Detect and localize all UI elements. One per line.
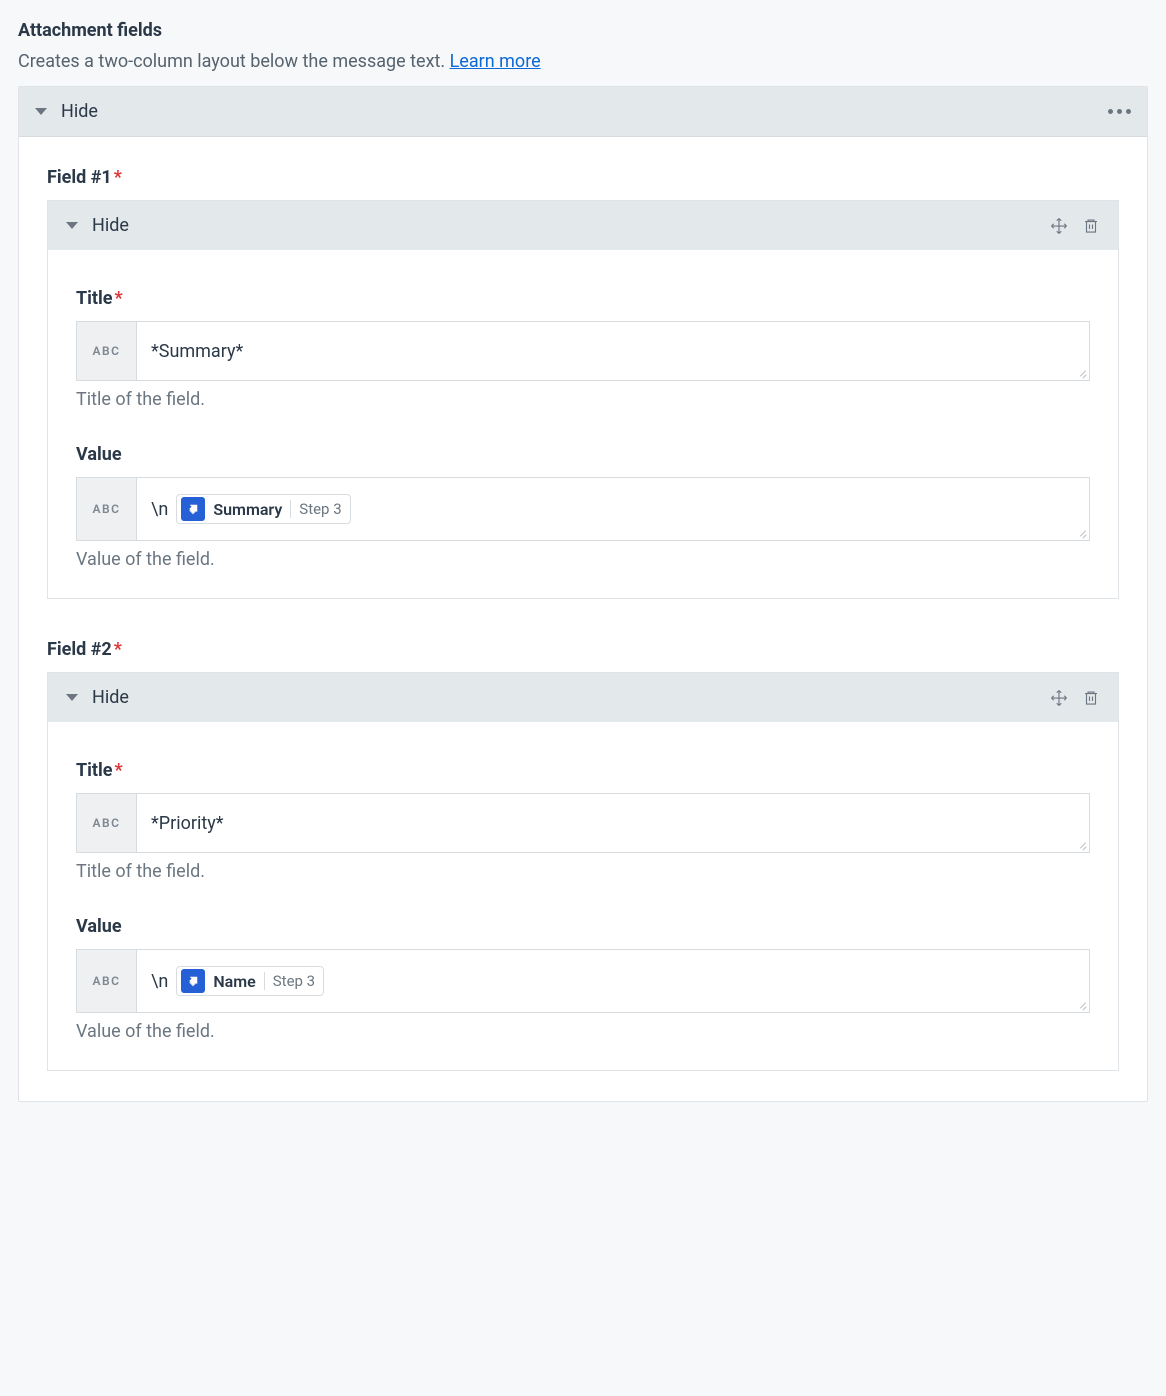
title-help-text: Title of the field. bbox=[76, 389, 1090, 410]
title-form-group: Title* ABC *Summary* Title of the field. bbox=[76, 288, 1090, 410]
field-heading: Field #1* bbox=[47, 167, 1119, 188]
move-icon[interactable] bbox=[1050, 217, 1068, 235]
sub-panel-body: Title* ABC *Summary* Title of the field.… bbox=[48, 250, 1118, 598]
sub-panel-header: Hide bbox=[48, 673, 1118, 722]
value-input[interactable]: \n Summary bbox=[137, 478, 1089, 540]
move-icon[interactable] bbox=[1050, 689, 1068, 707]
title-help-text: Title of the field. bbox=[76, 861, 1090, 882]
required-marker: * bbox=[115, 760, 123, 781]
title-input-wrap: ABC *Priority* bbox=[76, 793, 1090, 853]
value-input-wrap: ABC \n N bbox=[76, 949, 1090, 1013]
section-description-text: Creates a two-column layout below the me… bbox=[18, 51, 450, 72]
variable-token[interactable]: Name Step 3 bbox=[176, 966, 324, 996]
token-divider bbox=[264, 972, 265, 990]
trash-icon[interactable] bbox=[1082, 689, 1100, 707]
title-label: Title* bbox=[76, 760, 1090, 781]
panel-toggle[interactable]: Hide bbox=[35, 101, 98, 122]
sub-panel-body: Title* ABC *Priority* Title of the field… bbox=[48, 722, 1118, 1070]
required-marker: * bbox=[114, 167, 122, 188]
field-sub-panel: Hide Title* bbox=[47, 200, 1119, 599]
learn-more-link[interactable]: Learn more bbox=[450, 51, 541, 72]
title-form-group: Title* ABC *Priority* Title of the field… bbox=[76, 760, 1090, 882]
jira-icon bbox=[181, 497, 205, 521]
chevron-down-icon bbox=[66, 222, 78, 229]
value-form-group: Value ABC \n bbox=[76, 916, 1090, 1042]
sub-panel-toggle-label: Hide bbox=[92, 215, 129, 236]
value-prefix-text: \n bbox=[151, 499, 168, 520]
value-prefix-text: \n bbox=[151, 971, 168, 992]
title-input[interactable]: *Summary* bbox=[137, 322, 1089, 380]
value-input[interactable]: \n Name bbox=[137, 950, 1089, 1012]
chevron-down-icon bbox=[35, 108, 47, 115]
input-type-badge: ABC bbox=[77, 794, 137, 852]
token-name: Name bbox=[213, 972, 255, 991]
token-step: Step 3 bbox=[299, 500, 341, 518]
input-type-badge: ABC bbox=[77, 322, 137, 380]
value-form-group: Value ABC \n bbox=[76, 444, 1090, 570]
title-input-wrap: ABC *Summary* bbox=[76, 321, 1090, 381]
field-block-1: Field #1* Hide bbox=[47, 167, 1119, 599]
variable-token[interactable]: Summary Step 3 bbox=[176, 494, 350, 524]
value-label: Value bbox=[76, 916, 1090, 937]
token-name: Summary bbox=[213, 500, 282, 519]
field-block-2: Field #2* Hide bbox=[47, 639, 1119, 1071]
sub-panel-toggle[interactable]: Hide bbox=[66, 687, 129, 708]
sub-panel-toggle[interactable]: Hide bbox=[66, 215, 129, 236]
token-step: Step 3 bbox=[273, 972, 315, 990]
title-label-text: Title bbox=[76, 288, 113, 309]
more-options-icon[interactable] bbox=[1108, 109, 1131, 114]
field-sub-panel: Hide Title* bbox=[47, 672, 1119, 1071]
required-marker: * bbox=[115, 288, 123, 309]
field-heading-text: Field #1 bbox=[47, 167, 112, 188]
field-heading: Field #2* bbox=[47, 639, 1119, 660]
input-type-badge: ABC bbox=[77, 478, 137, 540]
title-input[interactable]: *Priority* bbox=[137, 794, 1089, 852]
value-help-text: Value of the field. bbox=[76, 549, 1090, 570]
section-title: Attachment fields bbox=[18, 20, 1148, 41]
value-help-text: Value of the field. bbox=[76, 1021, 1090, 1042]
sub-panel-toggle-label: Hide bbox=[92, 687, 129, 708]
jira-icon bbox=[181, 969, 205, 993]
title-label: Title* bbox=[76, 288, 1090, 309]
value-label: Value bbox=[76, 444, 1090, 465]
panel-header: Hide bbox=[19, 87, 1147, 137]
field-heading-text: Field #2 bbox=[47, 639, 112, 660]
title-label-text: Title bbox=[76, 760, 113, 781]
panel-body: Field #1* Hide bbox=[19, 137, 1147, 1101]
token-divider bbox=[290, 500, 291, 518]
required-marker: * bbox=[114, 639, 122, 660]
section-description: Creates a two-column layout below the me… bbox=[18, 51, 1148, 72]
trash-icon[interactable] bbox=[1082, 217, 1100, 235]
chevron-down-icon bbox=[66, 694, 78, 701]
attachment-fields-panel: Hide Field #1* Hide bbox=[18, 86, 1148, 1102]
value-input-wrap: ABC \n S bbox=[76, 477, 1090, 541]
sub-panel-header: Hide bbox=[48, 201, 1118, 250]
input-type-badge: ABC bbox=[77, 950, 137, 1012]
panel-toggle-label: Hide bbox=[61, 101, 98, 122]
